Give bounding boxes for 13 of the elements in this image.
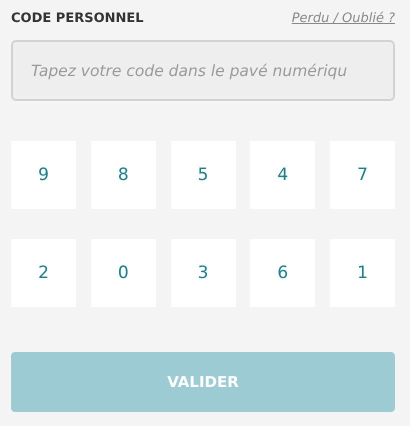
digit-key[interactable]: 3 xyxy=(170,239,236,307)
digit-key[interactable]: 1 xyxy=(330,239,395,307)
digit-key[interactable]: 4 xyxy=(250,141,316,209)
code-label: CODE PERSONNEL xyxy=(11,10,144,26)
forgot-link[interactable]: Perdu / Oublié ? xyxy=(292,10,395,26)
digit-key[interactable]: 7 xyxy=(330,141,395,209)
digit-key[interactable]: 0 xyxy=(90,239,156,307)
digit-key[interactable]: 2 xyxy=(11,239,76,307)
code-input-field[interactable]: Tapez votre code dans le pavé numériqu xyxy=(11,40,395,101)
digit-key[interactable]: 8 xyxy=(90,141,156,209)
digit-key[interactable]: 9 xyxy=(11,141,76,209)
digit-key[interactable]: 6 xyxy=(250,239,316,307)
digit-key[interactable]: 5 xyxy=(170,141,236,209)
